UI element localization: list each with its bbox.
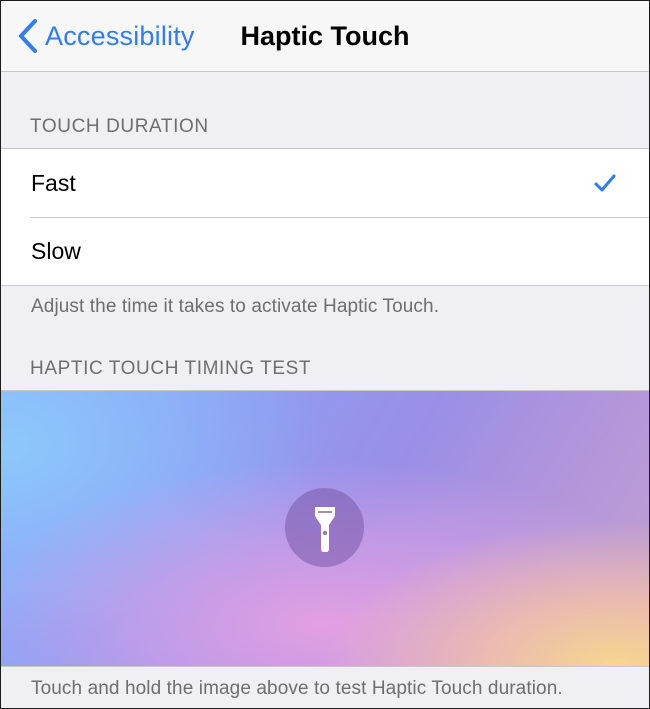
flashlight-icon [285,488,364,567]
option-label: Fast [31,169,76,196]
timing-test-image[interactable] [1,390,649,667]
touch-duration-header: TOUCH DURATION [30,116,209,137]
option-label: Slow [31,237,81,264]
timing-test-header: HAPTIC TOUCH TIMING TEST [30,358,312,379]
timing-test-footer: Touch and hold the image above to test H… [31,678,563,699]
checkmark-icon [593,171,617,195]
option-fast[interactable]: Fast [1,149,649,217]
page-title: Haptic Touch [240,21,410,51]
navigation-bar: Accessibility Haptic Touch [1,1,649,72]
screen: Accessibility Haptic Touch TOUCH DURATIO… [0,0,650,709]
touch-duration-options: Fast Slow [1,148,649,286]
touch-duration-footer: Adjust the time it takes to activate Hap… [31,296,440,317]
option-slow[interactable]: Slow [1,217,649,285]
